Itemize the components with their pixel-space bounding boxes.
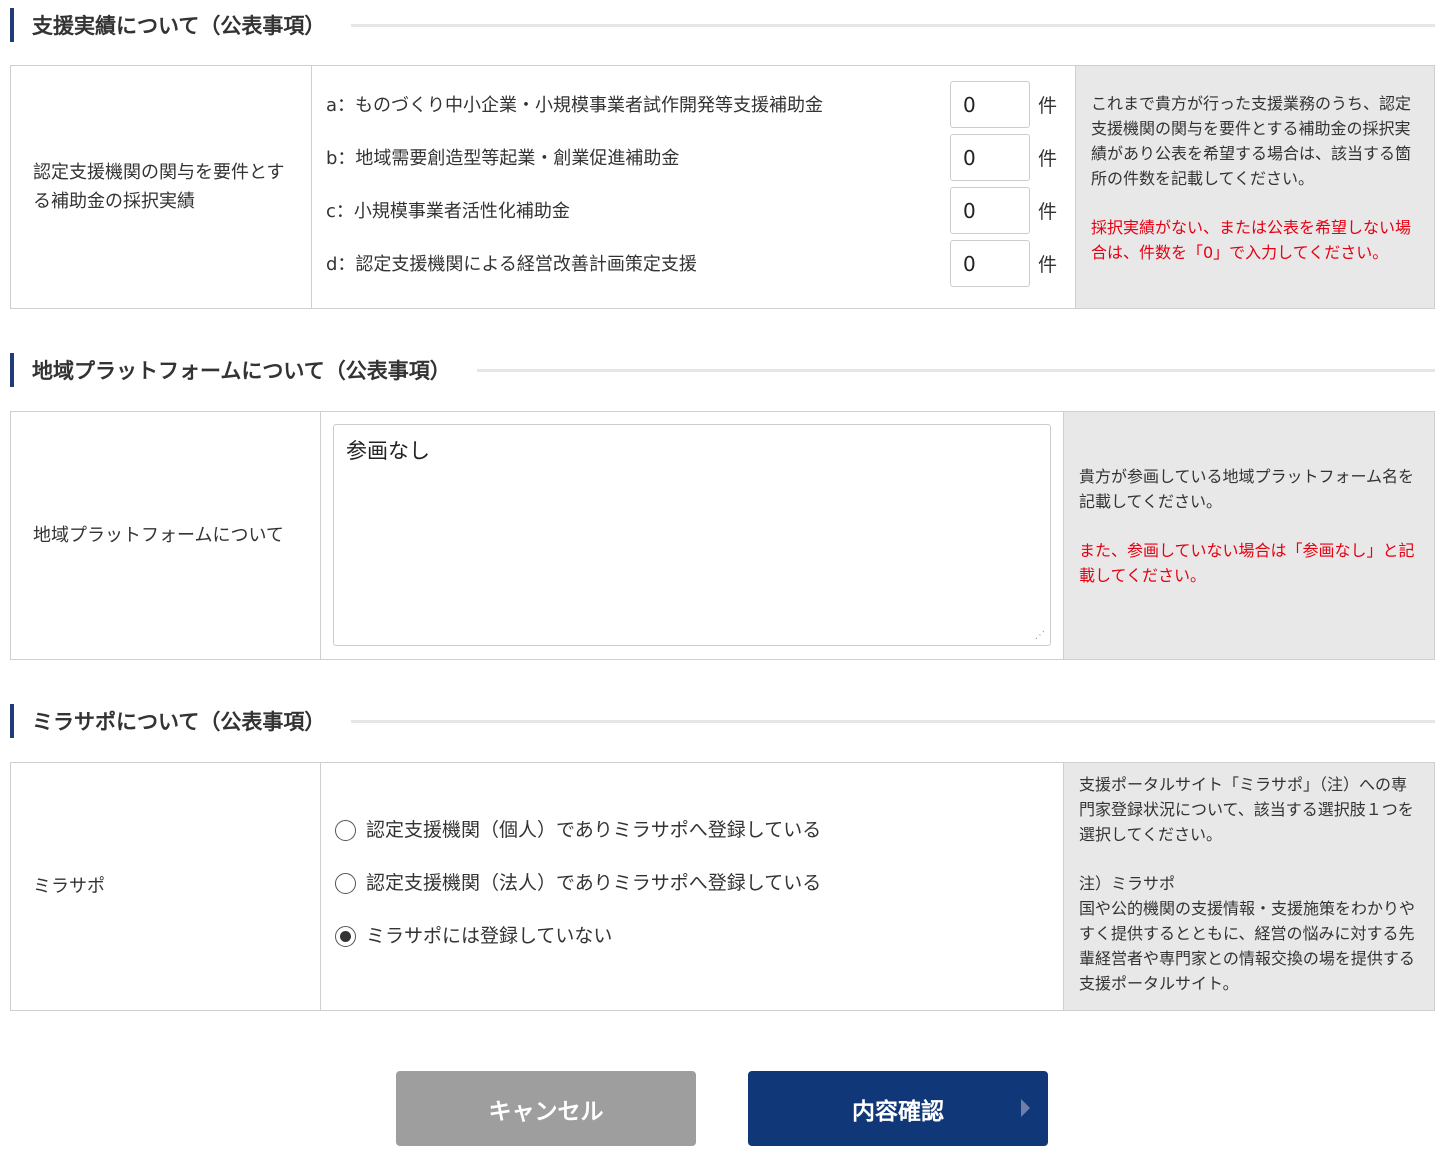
note-definition: 国や公的機関の支援情報・支援施策をわかりやすく提供するとともに、経営の悩みに対す…: [1079, 899, 1416, 993]
platform-table: 地域プラットフォームについて 参画なし ⋰ 貴方が参画している地域プラットフォー…: [10, 411, 1435, 660]
radio-button[interactable]: [335, 872, 356, 894]
count-unit-b: 件: [1038, 148, 1058, 170]
heading-accent-bar: [10, 704, 14, 738]
mirasapo-table: ミラサポ 認定支援機関（個人）でありミラサポへ登録している 認定支援機関（法人）…: [10, 762, 1435, 1011]
section-heading-support-record: 支援実績について（公表事項）: [10, 8, 1435, 42]
count-row-c: c：小規模事業者活性化補助金 件: [312, 187, 1075, 235]
mirasapo-options: 認定支援機関（個人）でありミラサポへ登録している 認定支援機関（法人）でありミラ…: [321, 763, 1064, 1010]
count-label-d: d：認定支援機関による経営改善計画策定支援: [326, 254, 697, 275]
count-unit-a: 件: [1038, 95, 1058, 117]
section-title: ミラサポについて（公表事項）: [32, 710, 326, 734]
count-input-b[interactable]: [950, 134, 1030, 181]
count-unit-c: 件: [1038, 201, 1058, 223]
note-text: これまで貴方が行った支援業務のうち、認定支援機関の関与を要件とする補助金の採択実…: [1091, 94, 1412, 188]
section-title: 支援実績について（公表事項）: [32, 14, 326, 38]
cancel-button[interactable]: キャンセル: [396, 1071, 696, 1146]
radio-selected-dot: [340, 930, 351, 942]
resize-grip-icon[interactable]: ⋰: [1035, 630, 1047, 642]
note-text: 支援ポータルサイト「ミラサポ」（注）への専門家登録状況について、該当する選択肢１…: [1079, 775, 1414, 844]
radio-label: ミラサポには登録していない: [366, 924, 613, 947]
radio-button-selected[interactable]: [335, 925, 356, 947]
note-text: 貴方が参画している地域プラットフォーム名を記載してください。: [1079, 467, 1415, 511]
heading-rule: [476, 368, 1435, 372]
radio-label: 認定支援機関（法人）でありミラサポへ登録している: [366, 871, 822, 894]
support-record-inputs: a：ものづくり中小企業・小規模事業者試作開発等支援補助金 件 b：地域需要創造型…: [312, 66, 1076, 308]
note-subtitle: 注）ミラサポ: [1079, 874, 1176, 893]
mirasapo-label: ミラサポ: [11, 763, 321, 1010]
radio-option-not-registered[interactable]: ミラサポには登録していない: [335, 919, 612, 949]
confirm-button[interactable]: 内容確認: [748, 1071, 1048, 1146]
note-warning: また、参画していない場合は「参画なし」と記載してください。: [1079, 541, 1415, 585]
count-label-a: a：ものづくり中小企業・小規模事業者試作開発等支援補助金: [326, 95, 824, 116]
section-heading-platform: 地域プラットフォームについて（公表事項）: [10, 353, 1435, 387]
heading-accent-bar: [10, 353, 14, 387]
heading-rule: [351, 719, 1435, 723]
platform-input-cell: 参画なし ⋰: [321, 412, 1064, 659]
radio-label: 認定支援機関（個人）でありミラサポへ登録している: [366, 818, 822, 841]
platform-label: 地域プラットフォームについて: [11, 412, 321, 659]
count-input-d[interactable]: [950, 240, 1030, 287]
radio-option-corporate[interactable]: 認定支援機関（法人）でありミラサポへ登録している: [335, 866, 821, 896]
cancel-button-label: キャンセル: [488, 1098, 604, 1125]
count-row-d: d：認定支援機関による経営改善計画策定支援 件: [312, 240, 1075, 288]
count-input-c[interactable]: [950, 187, 1030, 234]
support-record-label: 認定支援機関の関与を要件とする補助金の採択実績: [11, 66, 312, 308]
section-title: 地域プラットフォームについて（公表事項）: [32, 359, 451, 383]
radio-button[interactable]: [335, 819, 356, 841]
confirm-button-label: 内容確認: [852, 1098, 944, 1125]
arrow-right-icon: [1021, 1099, 1030, 1117]
note-warning: 採択実績がない、または公表を希望しない場合は、件数を「0」で入力してください。: [1091, 218, 1412, 262]
platform-note: 貴方が参画している地域プラットフォーム名を記載してください。 また、参画していな…: [1064, 412, 1434, 659]
platform-textarea[interactable]: 参画なし: [333, 424, 1051, 646]
mirasapo-note: 支援ポータルサイト「ミラサポ」（注）への専門家登録状況について、該当する選択肢１…: [1064, 763, 1434, 1010]
count-row-b: b：地域需要創造型等起業・創業促進補助金 件: [312, 134, 1075, 182]
count-row-a: a：ものづくり中小企業・小規模事業者試作開発等支援補助金 件: [312, 81, 1075, 129]
count-label-c: c：小規模事業者活性化補助金: [326, 201, 570, 222]
section-heading-mirasapo: ミラサポについて（公表事項）: [10, 704, 1435, 738]
count-unit-d: 件: [1038, 254, 1058, 276]
count-label-b: b：地域需要創造型等起業・創業促進補助金: [326, 148, 680, 169]
count-input-a[interactable]: [950, 81, 1030, 128]
heading-accent-bar: [10, 8, 14, 42]
support-record-table: 認定支援機関の関与を要件とする補助金の採択実績 a：ものづくり中小企業・小規模事…: [10, 65, 1435, 309]
heading-rule: [351, 23, 1435, 27]
radio-option-individual[interactable]: 認定支援機関（個人）でありミラサポへ登録している: [335, 813, 821, 843]
support-record-note: これまで貴方が行った支援業務のうち、認定支援機関の関与を要件とする補助金の採択実…: [1076, 66, 1434, 308]
